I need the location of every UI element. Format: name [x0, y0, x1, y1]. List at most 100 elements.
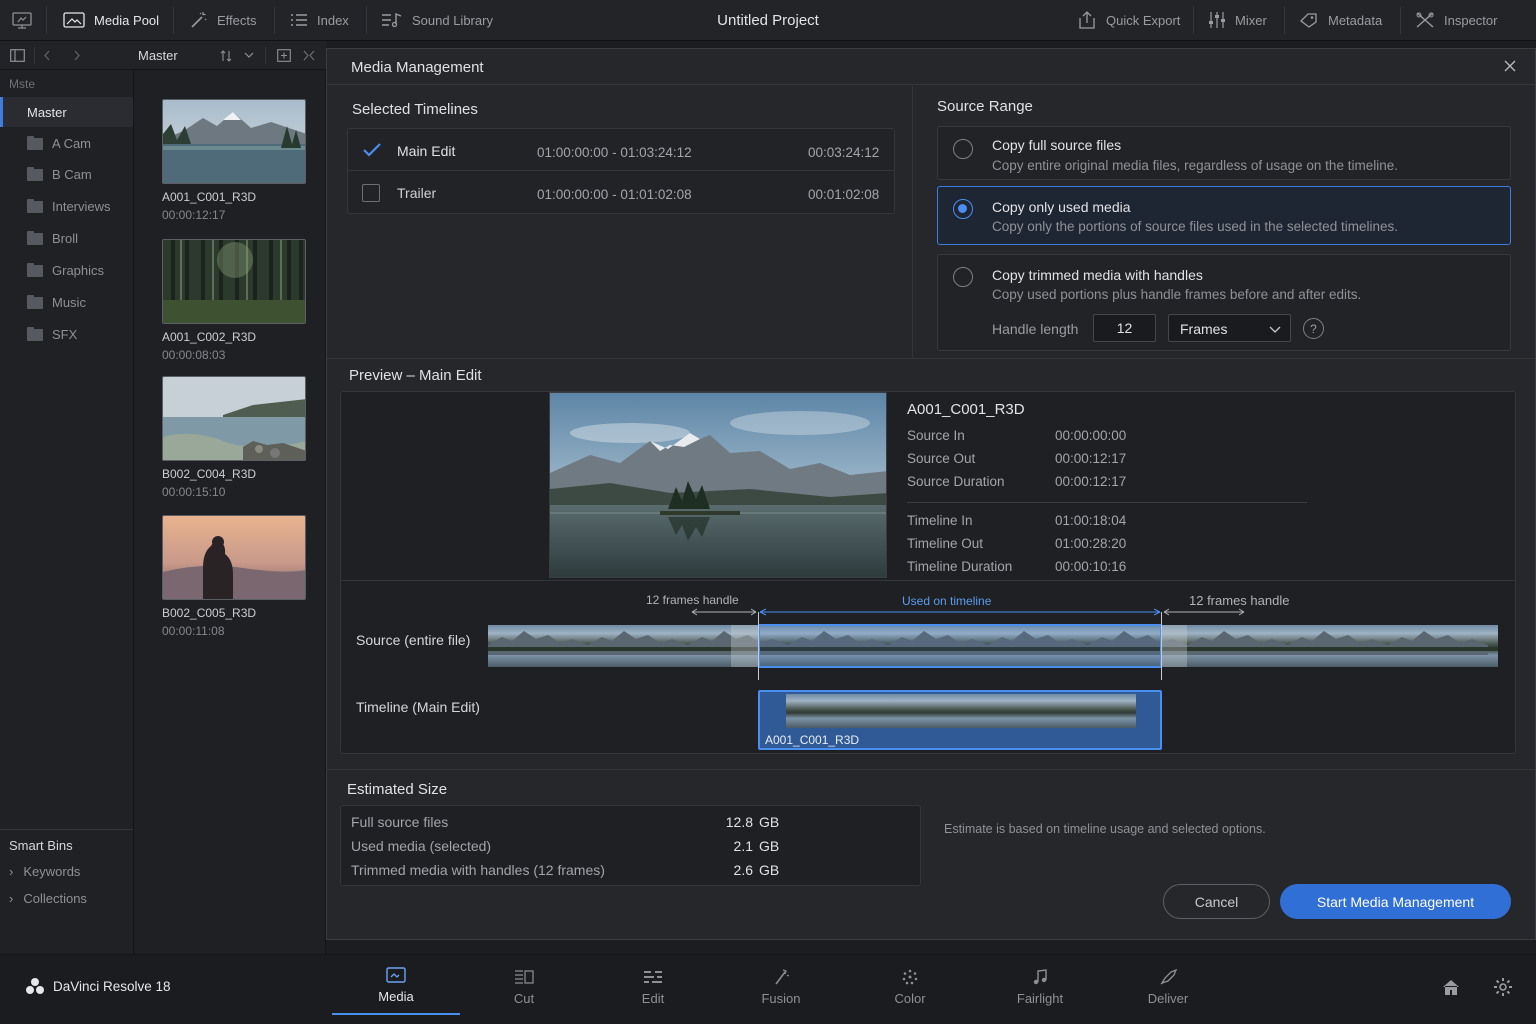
sidebar-item-music[interactable]: Music: [27, 294, 86, 310]
radio-button[interactable]: [953, 139, 973, 159]
cancel-button[interactable]: Cancel: [1163, 884, 1270, 919]
tab-label: Fairlight: [1016, 991, 1064, 1006]
sidebar-item-broll[interactable]: Broll: [27, 230, 79, 246]
workspace-icon[interactable]: [12, 0, 32, 40]
sidebar-item-a-cam[interactable]: A Cam: [27, 135, 91, 151]
music-note-icon: [1033, 969, 1047, 985]
estimated-size-heading: Estimated Size: [347, 781, 448, 798]
checkbox-unchecked[interactable]: [362, 184, 380, 202]
clip-item[interactable]: B002_C005_R3D 00:00:11:08: [162, 515, 306, 638]
bin-header: Master: [134, 41, 326, 70]
index-label: Index: [317, 12, 349, 28]
chevron-right-icon: ›: [9, 864, 14, 879]
folder-icon: [27, 198, 43, 213]
handle-unit-select[interactable]: Frames: [1168, 314, 1291, 342]
used-media-range: [758, 624, 1162, 668]
start-media-management-button[interactable]: Start Media Management: [1280, 884, 1511, 919]
tab-fairlight[interactable]: Fairlight: [976, 955, 1104, 1015]
size-unit: GB: [759, 838, 780, 854]
timeline-clip[interactable]: A001_C001_R3D: [758, 690, 1162, 750]
clip-name: A001_C001_R3D: [162, 190, 257, 204]
clip-name: B002_C004_R3D: [162, 467, 257, 481]
divider: [907, 502, 1307, 503]
help-icon[interactable]: ?: [1303, 318, 1324, 339]
sidebar-item-sfx[interactable]: SFX: [27, 326, 77, 342]
source-out-label: Source Out: [907, 451, 976, 466]
radio-button-selected[interactable]: [953, 199, 973, 219]
metadata-button[interactable]: Metadata: [1299, 0, 1382, 40]
sidebar-item-collections[interactable]: › Collections: [9, 891, 87, 906]
sidebar-item-b-cam[interactable]: B Cam: [27, 166, 92, 182]
clip-item[interactable]: A001_C002_R3D 00:00:08:03: [162, 239, 306, 362]
sidebar-item-label: Music: [52, 295, 86, 310]
timeline-filmstrip: [786, 694, 1136, 728]
sound-library-button[interactable]: Sound Library: [381, 0, 493, 40]
panel-toggle-icon[interactable]: [10, 49, 25, 62]
media-pool-icon: [63, 12, 85, 28]
tab-color[interactable]: Color: [846, 955, 974, 1015]
clip-item[interactable]: A001_C001_R3D 00:00:12:17: [162, 99, 306, 222]
sidebar-item-label: Collections: [23, 891, 87, 906]
checkbox-checked[interactable]: [362, 142, 382, 158]
inspector-button[interactable]: Inspector: [1415, 0, 1497, 40]
timeline-out-label: Timeline Out: [907, 536, 984, 551]
thumbnail-view-icon[interactable]: [277, 49, 291, 62]
settings-gear-icon[interactable]: [1493, 977, 1513, 997]
timelines-list: Main Edit 01:00:00:00 - 01:03:24:12 00:0…: [347, 128, 895, 214]
size-table: Full source files 12.8 GB Used media (se…: [340, 805, 921, 886]
size-unit: GB: [759, 862, 780, 878]
handle-region-left: [731, 625, 758, 667]
option-description: Copy used portions plus handle frames be…: [992, 287, 1362, 302]
close-icon[interactable]: [1504, 60, 1516, 72]
effects-button[interactable]: Effects: [190, 0, 257, 40]
option-trimmed-handles[interactable]: Copy trimmed media with handles Copy use…: [937, 254, 1511, 351]
tab-cut[interactable]: Cut: [460, 955, 588, 1015]
divider: [0, 829, 133, 830]
media-pool-button[interactable]: Media Pool: [63, 0, 159, 40]
handle-length-input[interactable]: 12: [1093, 314, 1156, 342]
timeline-row[interactable]: Trailer 01:00:00:00 - 01:01:02:08 00:01:…: [348, 172, 894, 214]
media-icon: [386, 967, 406, 983]
cut-icon: [515, 970, 534, 984]
clip-item[interactable]: B002_C004_R3D 00:00:15:10: [162, 376, 306, 499]
size-label: Full source files: [351, 814, 449, 830]
option-title: Copy full source files: [992, 137, 1122, 153]
radio-button[interactable]: [953, 267, 973, 287]
mixer-button[interactable]: Mixer: [1208, 0, 1267, 40]
clip-duration: 00:00:12:17: [162, 208, 226, 222]
home-icon[interactable]: [1441, 978, 1461, 996]
tab-media[interactable]: Media: [332, 955, 460, 1015]
timeline-duration: 00:01:02:08: [808, 187, 880, 202]
source-duration-value: 00:00:12:17: [1055, 474, 1127, 489]
tab-label: Cut: [513, 991, 535, 1006]
back-icon[interactable]: [44, 50, 56, 61]
sidebar-item-master[interactable]: Master: [0, 97, 133, 127]
collapse-icon[interactable]: [303, 50, 315, 61]
sound-library-label: Sound Library: [412, 12, 493, 28]
timeline-row[interactable]: Main Edit 01:00:00:00 - 01:03:24:12 00:0…: [348, 129, 894, 171]
tab-label: Fusion: [761, 991, 801, 1006]
selected-timelines-heading: Selected Timelines: [352, 101, 478, 118]
folder-icon: [27, 166, 43, 181]
clip-duration: 00:00:11:08: [162, 624, 225, 638]
chevron-down-icon[interactable]: [244, 52, 254, 59]
chevron-down-icon: [1269, 326, 1281, 333]
index-button[interactable]: Index: [290, 0, 349, 40]
timeline-range: 01:00:00:00 - 01:03:24:12: [537, 145, 692, 160]
bin-filter[interactable]: Mste: [9, 77, 35, 91]
tab-edit[interactable]: Edit: [589, 955, 717, 1015]
forward-icon[interactable]: [68, 50, 80, 61]
sidebar-item-keywords[interactable]: › Keywords: [9, 864, 80, 879]
tab-fusion[interactable]: Fusion: [717, 955, 845, 1015]
timeline-in-value: 01:00:18:04: [1055, 513, 1127, 528]
sidebar-item-label: Broll: [52, 231, 79, 246]
quick-export-button[interactable]: Quick Export: [1077, 0, 1180, 40]
sidebar-item-interviews[interactable]: Interviews: [27, 198, 111, 214]
preview-frame: [549, 392, 887, 578]
option-full-source[interactable]: Copy full source files Copy entire origi…: [937, 126, 1511, 180]
sidebar-item-graphics[interactable]: Graphics: [27, 262, 104, 278]
option-used-media[interactable]: Copy only used media Copy only the porti…: [937, 186, 1511, 245]
tab-deliver[interactable]: Deliver: [1104, 955, 1232, 1015]
sort-icon[interactable]: [220, 50, 232, 62]
divider: [326, 769, 1536, 770]
